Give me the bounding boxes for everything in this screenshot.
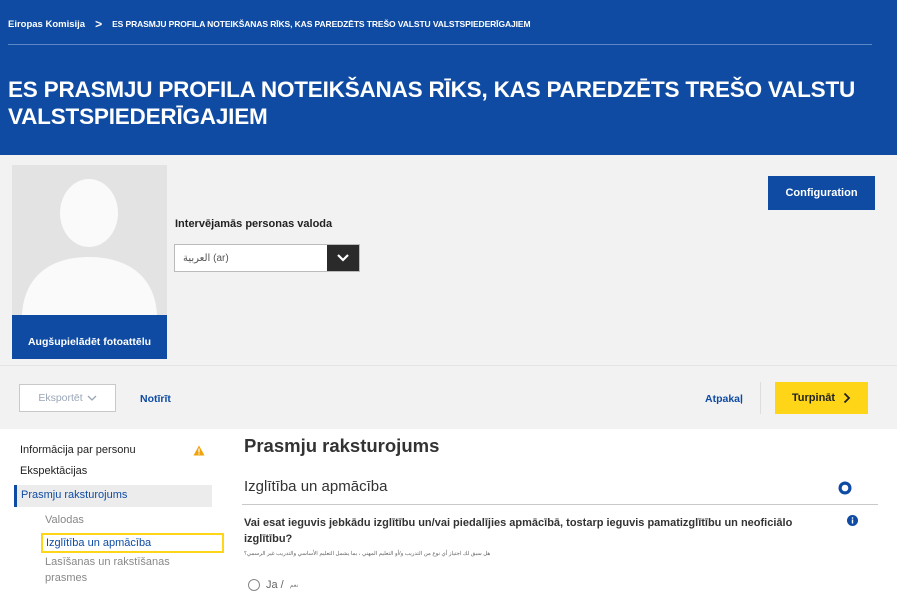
chevron-right-icon bbox=[843, 392, 851, 404]
breadcrumb-separator: > bbox=[95, 17, 103, 31]
chevron-down-icon bbox=[87, 395, 97, 401]
question-text: Vai esat ieguvis jebkādu izglītību un/va… bbox=[244, 517, 793, 545]
answer-yes-option[interactable]: Ja / نعم bbox=[248, 579, 298, 591]
section-divider bbox=[242, 504, 878, 505]
export-dropdown[interactable]: Eksportēt bbox=[19, 384, 116, 412]
section-heading: Prasmju raksturojums bbox=[244, 435, 440, 456]
subsection-heading: Izglītība un apmācība bbox=[244, 478, 388, 495]
configuration-button[interactable]: Configuration bbox=[768, 176, 875, 210]
avatar-placeholder bbox=[12, 165, 167, 315]
continue-label: Turpināt bbox=[791, 392, 836, 404]
language-label: Intervējamās personas valoda bbox=[175, 218, 333, 230]
chevron-down-icon[interactable] bbox=[327, 245, 359, 271]
language-select-value: العربية (ar) bbox=[183, 253, 229, 264]
upload-photo-button[interactable]: Augšupielādēt fotoattēlu bbox=[12, 315, 167, 359]
info-icon[interactable] bbox=[847, 515, 858, 526]
language-select[interactable]: العربية (ar) bbox=[174, 244, 360, 272]
nav-item-label: Prasmju raksturojums bbox=[21, 489, 128, 501]
site-header: Eiropas Komisija > ES PRASMJU PROFILA NO… bbox=[0, 0, 897, 155]
warning-icon bbox=[193, 445, 205, 456]
nav-subitem-literacy[interactable]: Lasīšanas un rakstīšanas bbox=[45, 556, 170, 568]
answer-yes-label: Ja / bbox=[266, 579, 284, 591]
nav-item-person-info[interactable]: Informācija par personu bbox=[20, 444, 136, 456]
nav-subitem-label: Izglītība un apmācība bbox=[46, 537, 152, 549]
breadcrumb: Eiropas Komisija > ES PRASMJU PROFILA NO… bbox=[8, 17, 531, 31]
continue-button[interactable]: Turpināt bbox=[775, 382, 868, 414]
action-toolbar: Eksportēt Notīrīt Atpakaļ Turpināt bbox=[0, 365, 897, 429]
page-title: ES PRASMJU PROFILA NOTEIKŠANAS RĪKS, KAS… bbox=[8, 77, 856, 129]
answer-yes-translation: نعم bbox=[289, 582, 299, 589]
radio-button[interactable] bbox=[248, 579, 260, 591]
nav-subitem-languages[interactable]: Valodas bbox=[45, 514, 84, 526]
profile-panel: Augšupielādēt fotoattēlu Intervējamās pe… bbox=[0, 155, 897, 365]
back-button[interactable]: Atpakaļ bbox=[705, 393, 743, 405]
person-silhouette-icon bbox=[12, 165, 167, 315]
breadcrumb-root-link[interactable]: Eiropas Komisija bbox=[8, 19, 85, 30]
nav-subitem-education[interactable]: Izglītība un apmācība bbox=[41, 533, 224, 553]
breadcrumb-current: ES PRASMJU PROFILA NOTEIKŠANAS RĪKS, KAS… bbox=[112, 19, 531, 29]
question-translation: هل سبق لك اجتياز أي نوع من التدريب و/أو … bbox=[244, 551, 491, 557]
header-divider bbox=[8, 44, 872, 45]
toolbar-divider bbox=[760, 382, 761, 414]
export-label: Eksportēt bbox=[38, 392, 83, 404]
nav-subitem-literacy-cont[interactable]: prasmes bbox=[45, 572, 87, 584]
comment-icon[interactable] bbox=[838, 481, 852, 495]
nav-item-expectations[interactable]: Ekspektācijas bbox=[20, 465, 87, 477]
nav-item-skills-profile[interactable]: Prasmju raksturojums bbox=[14, 485, 212, 507]
clear-button[interactable]: Notīrīt bbox=[140, 393, 171, 405]
